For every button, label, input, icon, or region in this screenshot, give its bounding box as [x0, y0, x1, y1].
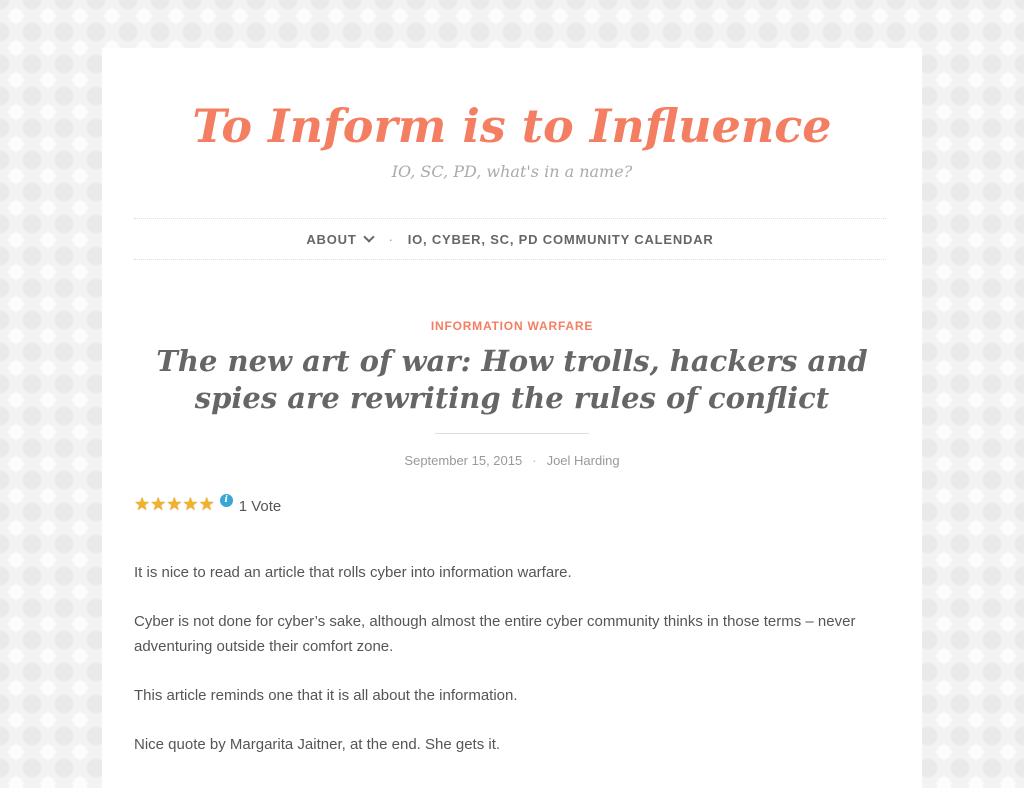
rating-star-icon[interactable]: ★ — [166, 495, 182, 513]
nav-separator: · — [388, 231, 394, 247]
vote-count: 1 Vote — [238, 497, 282, 515]
nav-item-about-label: About — [306, 231, 357, 247]
post-rating: ★ ★ ★ ★ ★ i 1 Vote — [134, 492, 281, 516]
post-paragraph: Cyber is not done for cyber’s sake, alth… — [134, 613, 856, 655]
post-category-link[interactable]: Information Warfare — [0, 319, 1024, 333]
rating-star-icon[interactable]: ★ — [182, 495, 198, 513]
info-icon[interactable]: i — [219, 493, 233, 507]
site-description: IO, SC, PD, what's in a name? — [391, 162, 633, 181]
post-title: The new art of war: How trolls, hackers … — [156, 344, 868, 415]
title-divider — [435, 433, 589, 434]
post-author-link[interactable]: Joel Harding — [547, 453, 620, 468]
site-title[interactable]: To Inform is to Influence — [0, 96, 1024, 156]
rating-star-icon[interactable]: ★ — [150, 495, 166, 513]
site-title-link[interactable]: To Inform is to Influence — [192, 99, 831, 153]
chevron-down-icon[interactable] — [362, 231, 375, 243]
nav-item-calendar-label: IO, Cyber, SC, PD Community Calendar — [407, 231, 714, 247]
post-date-link[interactable]: September 15, 2015 — [404, 453, 522, 468]
nav-item-about[interactable]: About — [306, 231, 375, 247]
post-content: It is nice to read an article that rolls… — [134, 560, 890, 781]
nav-item-community-calendar[interactable]: IO, Cyber, SC, PD Community Calendar — [408, 232, 714, 247]
post-meta: September 15, 2015 · Joel Harding — [0, 453, 1024, 468]
main-navigation: About · IO, Cyber, SC, PD Community Cale… — [134, 218, 886, 260]
rating-star-icon[interactable]: ★ — [199, 495, 215, 513]
rating-star-icon[interactable]: ★ — [134, 495, 150, 513]
post-paragraph: Nice quote by Margarita Jaitner, at the … — [134, 736, 501, 753]
post-paragraph: This article reminds one that it is all … — [134, 687, 518, 704]
meta-separator: · — [532, 453, 537, 468]
post-paragraph: It is nice to read an article that rolls… — [134, 564, 572, 581]
